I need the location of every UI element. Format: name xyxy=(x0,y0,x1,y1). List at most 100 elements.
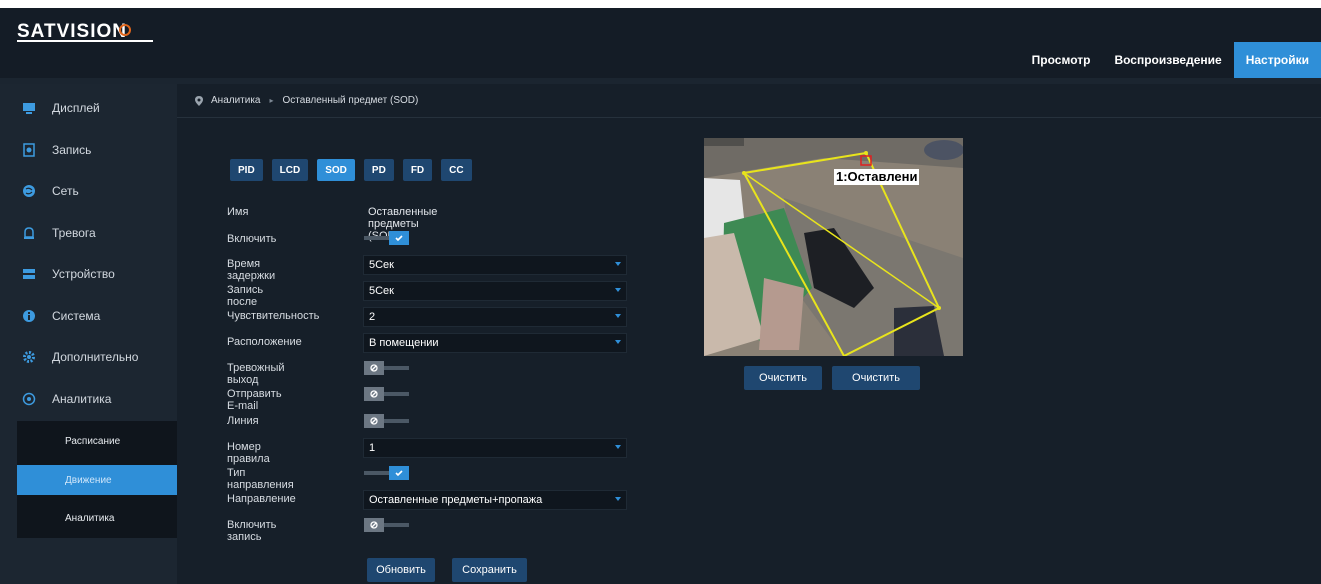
breadcrumb: Аналитика ▸ Оставленный предмет (SOD) xyxy=(177,84,1321,118)
timestamp-overlay xyxy=(704,138,744,146)
submenu-item-label: Аналитика xyxy=(65,512,115,524)
delay-select[interactable]: 5Сек xyxy=(363,255,627,275)
enable-toggle[interactable] xyxy=(364,231,409,245)
toggle-off-icon xyxy=(364,414,384,428)
network-icon xyxy=(22,184,36,198)
sidebar: Дисплей Запись Сеть Тревога Устройство С… xyxy=(0,84,177,584)
sidebar-item-label: Дисплей xyxy=(52,101,100,115)
submenu-item-label: Движение xyxy=(65,474,112,486)
record-icon xyxy=(22,143,36,157)
delay-label: Время задержки xyxy=(227,258,276,282)
submenu-item-label: Расписание xyxy=(65,435,121,447)
delay-value: 5Сек xyxy=(369,259,394,271)
tab-lcd[interactable]: LCD xyxy=(271,159,309,181)
sidebar-item-display[interactable]: Дисплей xyxy=(0,90,177,126)
svg-text:SATVISION: SATVISION xyxy=(17,21,127,42)
device-icon xyxy=(22,267,36,281)
direction-select[interactable]: Оставленные предметы+пропажа xyxy=(363,490,627,510)
check-icon xyxy=(389,466,409,480)
breadcrumb-separator: ▸ xyxy=(269,96,274,105)
sidebar-item-label: Аналитика xyxy=(52,392,112,406)
sidebar-item-label: Система xyxy=(52,309,101,323)
tab-cc[interactable]: CC xyxy=(441,159,472,181)
dropdown-caret-icon xyxy=(615,314,621,318)
direction-label: Направление xyxy=(227,493,296,505)
breadcrumb-parent[interactable]: Аналитика xyxy=(211,95,261,106)
sidebar-item-label: Дополнительно xyxy=(52,350,139,364)
clear-button-2[interactable]: Очистить xyxy=(832,366,920,390)
tab-fd[interactable]: FD xyxy=(402,159,433,181)
location-pin-icon xyxy=(195,95,203,106)
email-toggle[interactable] xyxy=(364,387,409,401)
direction-type-label: Тип направления xyxy=(227,467,294,491)
nav-settings[interactable]: Настройки xyxy=(1233,42,1321,78)
post-record-value: 5Сек xyxy=(369,285,394,297)
sidebar-item-analytics[interactable]: Аналитика xyxy=(0,381,177,417)
tab-pd[interactable]: PD xyxy=(363,159,394,181)
display-icon xyxy=(22,101,36,115)
direction-type-toggle[interactable] xyxy=(364,466,409,480)
submenu-item-motion[interactable]: Движение xyxy=(17,465,177,495)
sidebar-item-advanced[interactable]: Дополнительно xyxy=(0,339,177,375)
dropdown-caret-icon xyxy=(615,340,621,344)
breadcrumb-current: Оставленный предмет (SOD) xyxy=(282,95,419,106)
name-label: Имя xyxy=(227,206,249,218)
tab-sod[interactable]: SOD xyxy=(317,159,355,181)
toggle-off-icon xyxy=(364,387,384,401)
gear-icon xyxy=(22,350,36,364)
info-icon xyxy=(22,309,36,323)
rule-number-label: Номер правила xyxy=(227,441,270,465)
alarm-out-label: Тревожный выход xyxy=(227,362,285,386)
line-label: Линия xyxy=(227,415,259,427)
location-select[interactable]: В помещении xyxy=(363,333,627,353)
post-record-select[interactable]: 5Сек xyxy=(363,281,627,301)
sidebar-item-system[interactable]: Система xyxy=(0,298,177,334)
nav-playback[interactable]: Воспроизведение xyxy=(1102,42,1233,78)
record-enable-toggle[interactable] xyxy=(364,518,409,532)
sensitivity-select[interactable]: 2 xyxy=(363,307,627,327)
brand-logo: SATVISION xyxy=(17,20,153,44)
main-panel: Аналитика ▸ Оставленный предмет (SOD) PI… xyxy=(177,84,1321,584)
check-icon xyxy=(389,231,409,245)
dropdown-caret-icon xyxy=(615,445,621,449)
sidebar-item-network[interactable]: Сеть xyxy=(0,173,177,209)
sidebar-item-label: Запись xyxy=(52,143,92,157)
top-navigation: Просмотр Воспроизведение Настройки xyxy=(1020,42,1321,78)
dropdown-caret-icon xyxy=(615,262,621,266)
sensitivity-value: 2 xyxy=(369,311,376,323)
save-button[interactable]: Сохранить xyxy=(452,558,527,582)
record-enable-label: Включить запись xyxy=(227,519,277,543)
line-toggle[interactable] xyxy=(364,414,409,428)
submenu-item-analytics[interactable]: Аналитика xyxy=(17,503,177,533)
sensitivity-label: Чувствительность xyxy=(227,310,320,322)
location-value: В помещении xyxy=(369,337,439,349)
sidebar-item-record[interactable]: Запись xyxy=(0,132,177,168)
rule-overlay-label: 1:Оставлени xyxy=(834,169,920,185)
rule-number-value: 1 xyxy=(369,442,376,454)
refresh-button[interactable]: Обновить xyxy=(367,558,435,582)
nav-view[interactable]: Просмотр xyxy=(1020,42,1103,78)
sidebar-item-label: Устройство xyxy=(52,267,115,281)
email-label: Отправить E-mail xyxy=(227,388,282,412)
clear-button-1[interactable]: Очистить xyxy=(744,366,822,390)
submenu-item-schedule[interactable]: Расписание xyxy=(17,426,177,456)
sidebar-item-label: Тревога xyxy=(52,226,96,240)
direction-value: Оставленные предметы+пропажа xyxy=(369,494,543,506)
alarm-out-toggle[interactable] xyxy=(364,361,409,375)
analytics-tabs: PID LCD SOD PD FD CC xyxy=(230,159,481,181)
location-label: Расположение xyxy=(227,336,302,348)
camera-preview[interactable]: 1:Оставлени xyxy=(704,138,963,356)
analytics-icon xyxy=(22,392,36,406)
rule-number-select[interactable]: 1 xyxy=(363,438,627,458)
dropdown-caret-icon xyxy=(615,497,621,501)
analytics-submenu: Расписание Движение Аналитика xyxy=(17,421,177,538)
sidebar-item-alarm[interactable]: Тревога xyxy=(0,215,177,251)
toggle-off-icon xyxy=(364,361,384,375)
alarm-icon xyxy=(22,226,36,240)
tab-pid[interactable]: PID xyxy=(230,159,263,181)
dropdown-caret-icon xyxy=(615,288,621,292)
sidebar-item-label: Сеть xyxy=(52,184,79,198)
toggle-off-icon xyxy=(364,518,384,532)
sidebar-item-device[interactable]: Устройство xyxy=(0,256,177,292)
enable-label: Включить xyxy=(227,233,277,245)
